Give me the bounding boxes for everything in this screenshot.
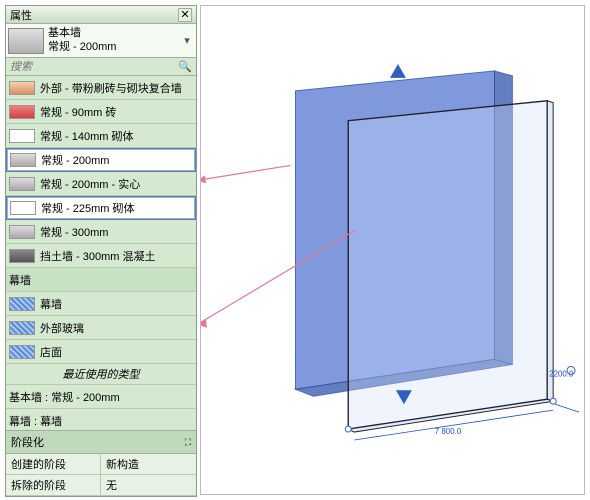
search-row: 🔍: [6, 58, 196, 76]
phase-group: 阶段化 ⛶ 创建的阶段新构造拆除的阶段无: [6, 430, 196, 496]
wall-type-item[interactable]: 常规 - 140mm 砌体: [6, 124, 196, 148]
grip-icon[interactable]: [550, 398, 556, 404]
curtain-swatch-icon: [9, 321, 35, 335]
curtain-type-item[interactable]: 店面: [6, 340, 196, 364]
panel-title-text: 属性: [10, 7, 32, 23]
wall-type-label: 挡土墙 - 300mm 混凝土: [40, 248, 156, 264]
curtain-swatch-icon: [9, 297, 35, 311]
phase-value: 新构造: [101, 454, 144, 474]
wall-type-label: 常规 - 90mm 砖: [40, 104, 116, 120]
wall-type-label: 常规 - 140mm 砌体: [40, 128, 134, 144]
phase-value: 无: [101, 475, 122, 495]
wall-swatch-icon: [10, 153, 36, 167]
wall-swatch-icon: [9, 249, 35, 263]
recent-type-item[interactable]: 基本墙 : 常规 - 200mm: [6, 385, 196, 409]
dim-width[interactable]: 7 800.0: [435, 427, 462, 436]
drag-handle-top-icon[interactable]: [390, 64, 406, 78]
phase-header[interactable]: 阶段化 ⛶: [6, 431, 196, 454]
recent-type-label: 基本墙 : 常规 - 200mm: [9, 389, 120, 405]
wall-swatch-icon: [9, 177, 35, 191]
close-icon[interactable]: ✕: [178, 8, 192, 22]
recent-types-header: 最近使用的类型: [6, 364, 196, 385]
search-input[interactable]: [10, 61, 178, 73]
wall-swatch-icon: [9, 105, 35, 119]
phase-label: 拆除的阶段: [6, 475, 101, 495]
type-family: 基本墙: [48, 27, 176, 40]
curtain-type-list: 幕墙外部玻璃店面: [6, 292, 196, 364]
wall-type-item[interactable]: 常规 - 200mm - 实心: [6, 172, 196, 196]
wall-swatch-icon: [9, 225, 35, 239]
type-swatch-icon: [8, 28, 44, 54]
recent-type-label: 幕墙 : 幕墙: [9, 413, 62, 429]
type-selector[interactable]: 基本墙 常规 - 200mm ▾: [6, 24, 196, 58]
phase-header-label: 阶段化: [11, 434, 44, 450]
wall-swatch-icon: [9, 81, 35, 95]
curtain-type-label: 外部玻璃: [40, 320, 84, 336]
wall-swatch-icon: [10, 201, 36, 215]
curtain-type-label: 店面: [40, 344, 62, 360]
curtain-type-item[interactable]: 外部玻璃: [6, 316, 196, 340]
curtain-swatch-icon: [9, 345, 35, 359]
wall-type-item[interactable]: 常规 - 225mm 砌体: [6, 196, 196, 220]
wall-type-item[interactable]: 常规 - 200mm: [6, 148, 196, 172]
wall-type-item[interactable]: 外部 - 带粉刷砖与砌块复合墙: [6, 76, 196, 100]
type-info: 基本墙 常规 - 200mm: [48, 27, 176, 53]
search-icon[interactable]: 🔍: [178, 60, 192, 73]
panel-titlebar: 属性 ✕: [6, 6, 196, 24]
dim-depth[interactable]: 2200.0: [549, 369, 574, 378]
wall-type-list: 外部 - 带粉刷砖与砌块复合墙常规 - 90mm 砖常规 - 140mm 砌体常…: [6, 76, 196, 268]
wall-type-label: 外部 - 带粉刷砖与砌块复合墙: [40, 80, 182, 96]
wall-type-label: 常规 - 300mm: [40, 224, 108, 240]
curtain-wall-3d[interactable]: [348, 101, 553, 432]
model-viewport[interactable]: 7 800.0 2200.0: [200, 5, 585, 495]
wall-type-item[interactable]: 常规 - 90mm 砖: [6, 100, 196, 124]
curtain-type-label: 幕墙: [40, 296, 62, 312]
chevron-down-icon[interactable]: ▾: [180, 34, 194, 48]
type-variant: 常规 - 200mm: [48, 41, 176, 54]
curtain-header-label: 幕墙: [9, 272, 31, 288]
wall-type-item[interactable]: 挡土墙 - 300mm 混凝土: [6, 244, 196, 268]
curtain-type-item[interactable]: 幕墙: [6, 292, 196, 316]
curtain-wall-header: 幕墙: [6, 268, 196, 292]
phase-row[interactable]: 创建的阶段新构造: [6, 454, 196, 475]
recent-type-list: 基本墙 : 常规 - 200mm 幕墙 : 幕墙: [6, 385, 196, 433]
phase-row[interactable]: 拆除的阶段无: [6, 475, 196, 496]
wall-type-item[interactable]: 常规 - 300mm: [6, 220, 196, 244]
expand-icon: ⛶: [185, 437, 191, 448]
wall-swatch-icon: [9, 129, 35, 143]
phase-label: 创建的阶段: [6, 454, 101, 474]
wall-type-label: 常规 - 200mm - 实心: [40, 176, 140, 192]
properties-panel: 属性 ✕ 基本墙 常规 - 200mm ▾ 🔍 外部 - 带粉刷砖与砌块复合墙常…: [5, 5, 197, 497]
wall-type-label: 常规 - 225mm 砌体: [41, 200, 135, 216]
grip-icon[interactable]: [345, 426, 351, 432]
wall-type-label: 常规 - 200mm: [41, 152, 109, 168]
